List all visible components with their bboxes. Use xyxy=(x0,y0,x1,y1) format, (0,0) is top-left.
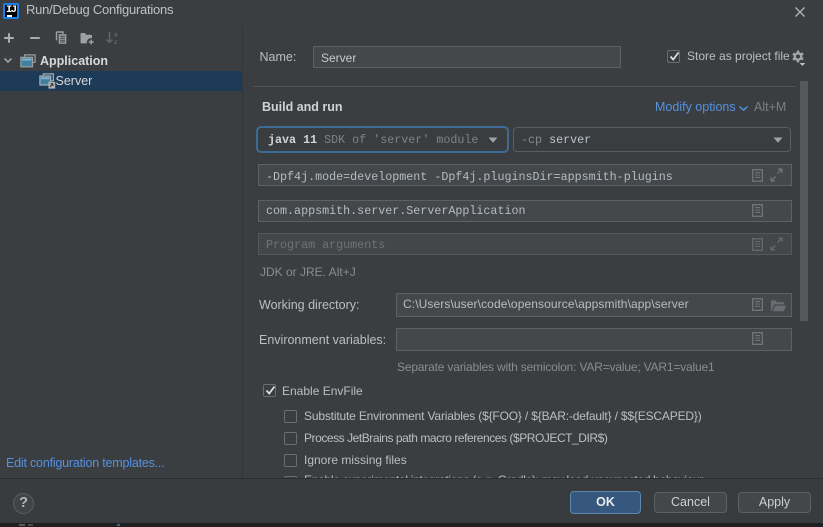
svg-text:z: z xyxy=(114,39,118,45)
svg-text:a: a xyxy=(114,32,118,39)
